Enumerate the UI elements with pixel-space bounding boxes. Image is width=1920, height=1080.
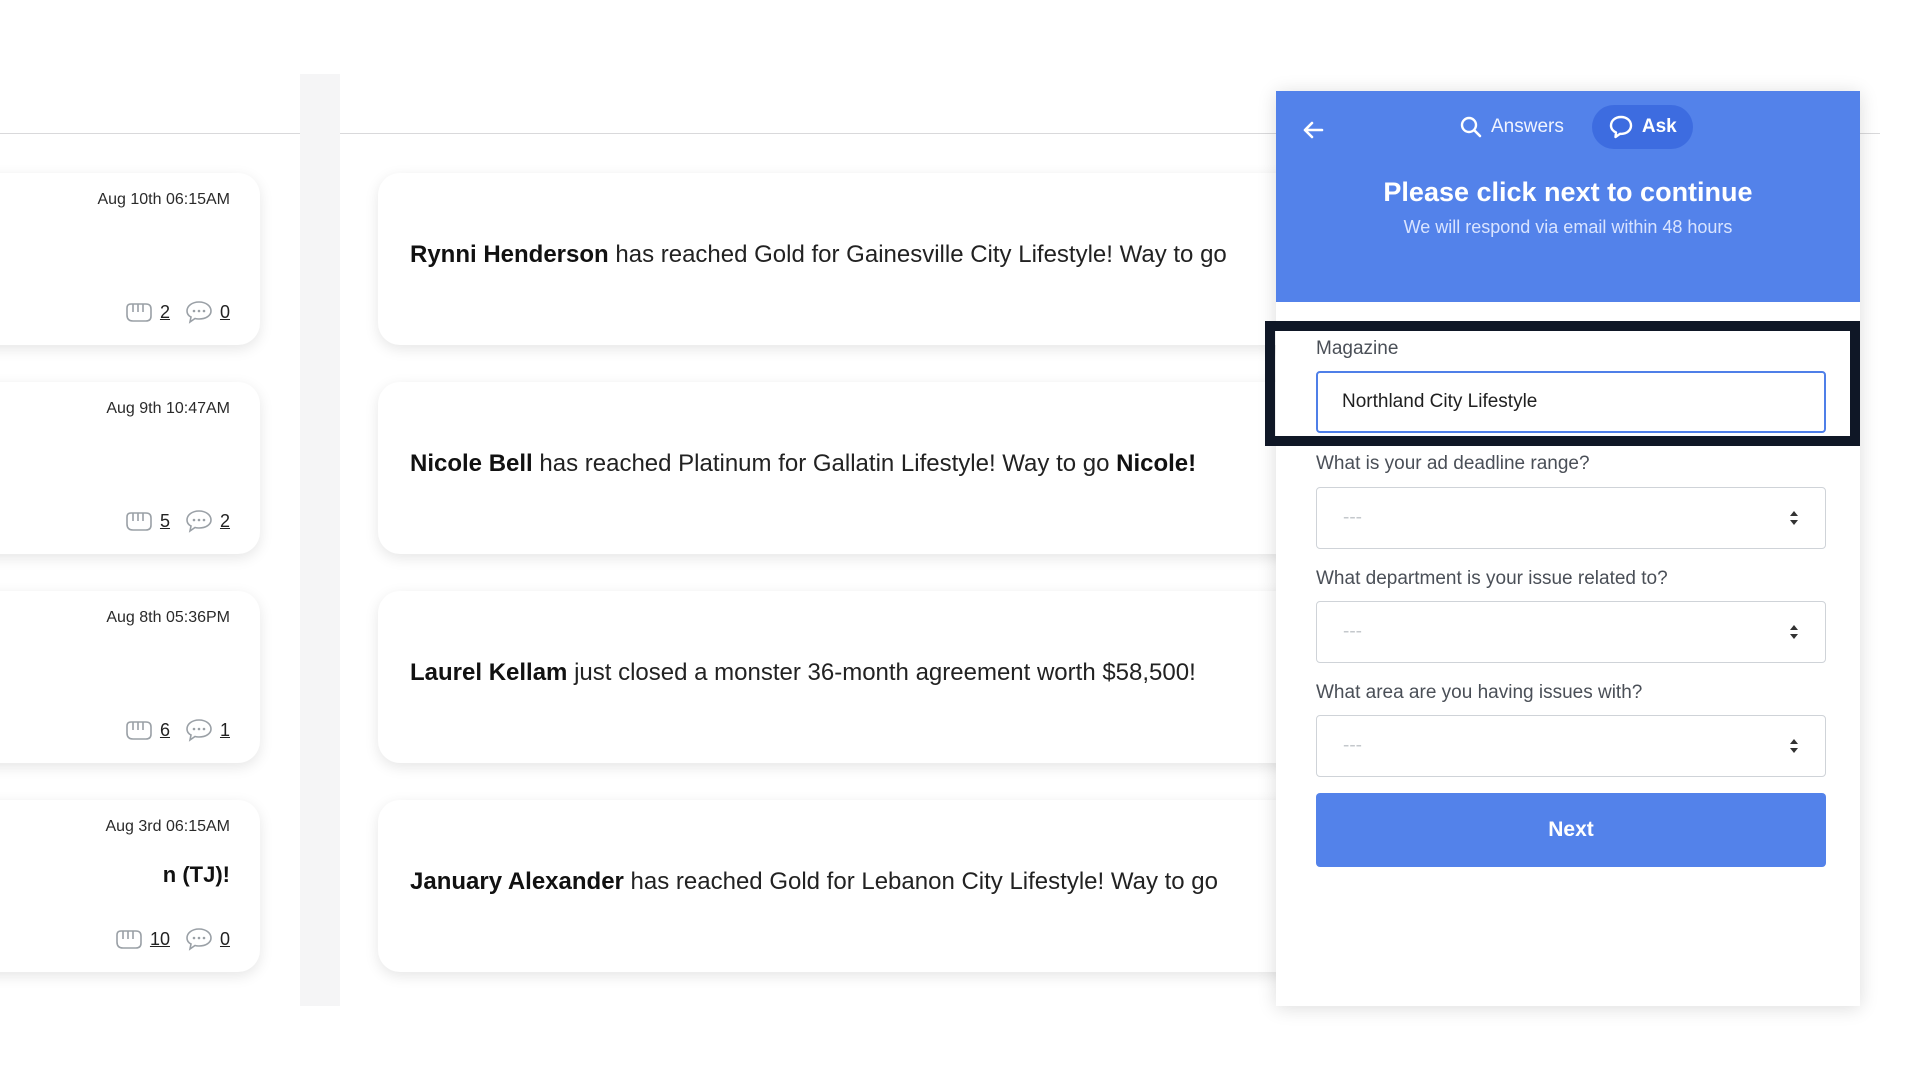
help-widget: Answers Ask Please click next to continu… xyxy=(1276,91,1860,1006)
feed-text: has reached Platinum for Gallatin Lifest… xyxy=(532,450,1117,477)
feed-person[interactable]: Laurel Kellam xyxy=(410,659,567,686)
feed-text: has reached Gold for Gainesville City Li… xyxy=(608,241,1227,268)
card-date: Aug 9th 10:47AM xyxy=(106,400,230,417)
comment-count[interactable]: 1 xyxy=(220,720,230,741)
deadline-value: --- xyxy=(1343,507,1362,528)
fist-count[interactable]: 2 xyxy=(160,302,170,323)
fist-bump-icon[interactable] xyxy=(124,300,154,324)
comment-count[interactable]: 0 xyxy=(220,302,230,323)
arrow-left-icon xyxy=(1303,121,1324,139)
fist-bump-icon[interactable] xyxy=(114,927,144,951)
feed-person[interactable]: Nicole Bell xyxy=(410,450,533,477)
card-date: Aug 3rd 06:15AM xyxy=(105,818,230,835)
area-value: --- xyxy=(1343,735,1362,756)
widget-header: Answers Ask Please click next to continu… xyxy=(1276,91,1860,302)
card-stats: 10 0 xyxy=(114,926,230,952)
feed-person[interactable]: Rynni Henderson xyxy=(410,241,609,268)
feed-person[interactable]: January Alexander xyxy=(410,868,624,895)
select-arrows-icon xyxy=(1789,624,1799,640)
feed-message: Laurel Kellam just closed a monster 36-m… xyxy=(410,659,1196,687)
deadline-select[interactable]: --- xyxy=(1316,487,1826,549)
feed-text: has reached Gold for Lebanon City Lifest… xyxy=(623,868,1218,895)
magazine-label: Magazine xyxy=(1316,338,1399,359)
deadline-label: What is your ad deadline range? xyxy=(1316,453,1590,474)
comment-icon[interactable] xyxy=(184,926,214,952)
back-button[interactable] xyxy=(1296,113,1330,147)
comment-icon[interactable] xyxy=(184,508,214,534)
next-button[interactable]: Next xyxy=(1316,793,1826,867)
tab-ask-label: Ask xyxy=(1641,116,1677,137)
feed-text: just closed a monster 36-month agreement… xyxy=(567,659,1196,686)
feed-message: Nicole Bell has reached Platinum for Gal… xyxy=(410,450,1196,478)
widget-subtitle: We will respond via email within 48 hour… xyxy=(1403,217,1733,237)
divider xyxy=(0,133,300,134)
activity-card[interactable]: Aug 10th 06:15AM 2 0 xyxy=(0,173,260,345)
activity-card[interactable]: Aug 9th 10:47AM 5 2 xyxy=(0,382,260,554)
activity-card[interactable]: Aug 3rd 06:15AM n (TJ)! 10 0 xyxy=(0,800,260,972)
search-icon xyxy=(1460,116,1482,138)
fist-count[interactable]: 10 xyxy=(150,929,170,950)
area-select[interactable]: --- xyxy=(1316,715,1826,777)
department-value: --- xyxy=(1343,621,1362,642)
comment-icon[interactable] xyxy=(184,299,214,325)
fist-count[interactable]: 5 xyxy=(160,511,170,532)
tab-ask[interactable]: Ask xyxy=(1591,105,1693,149)
fist-bump-icon[interactable] xyxy=(124,509,154,533)
feed-tail: Nicole! xyxy=(1116,450,1197,477)
activity-card[interactable]: Aug 8th 05:36PM 6 1 xyxy=(0,591,260,763)
area-label: What area are you having issues with? xyxy=(1316,682,1643,703)
select-arrows-icon xyxy=(1789,510,1799,526)
feed-message: January Alexander has reached Gold for L… xyxy=(410,868,1218,896)
card-stats: 5 2 xyxy=(124,508,230,534)
screen: Aug 10th 06:15AM 2 0 Aug 9th 10:47AM 5 2… xyxy=(0,0,1920,1080)
fist-count[interactable]: 6 xyxy=(160,720,170,741)
widget-tabs: Answers Ask xyxy=(1443,105,1693,149)
card-date: Aug 10th 06:15AM xyxy=(97,191,230,208)
activity-sidebar: Aug 10th 06:15AM 2 0 Aug 9th 10:47AM 5 2… xyxy=(0,74,300,1006)
comment-count[interactable]: 2 xyxy=(220,511,230,532)
card-stats: 2 0 xyxy=(124,299,230,325)
comment-icon[interactable] xyxy=(184,717,214,743)
card-date: Aug 8th 05:36PM xyxy=(106,609,230,626)
card-snippet: n (TJ)! xyxy=(162,862,230,887)
feed-message: Rynni Henderson has reached Gold for Gai… xyxy=(410,241,1227,269)
department-select[interactable]: --- xyxy=(1316,601,1826,663)
chat-bubble-icon xyxy=(1609,115,1633,139)
department-label: What department is your issue related to… xyxy=(1316,568,1668,589)
tab-answers-label: Answers xyxy=(1491,116,1564,137)
tab-answers[interactable]: Answers xyxy=(1443,105,1580,149)
fist-bump-icon[interactable] xyxy=(124,718,154,742)
card-stats: 6 1 xyxy=(124,717,230,743)
widget-title: Please click next to continue xyxy=(1383,177,1753,207)
comment-count[interactable]: 0 xyxy=(220,929,230,950)
select-arrows-icon xyxy=(1789,738,1799,754)
magazine-input[interactable] xyxy=(1316,371,1826,433)
